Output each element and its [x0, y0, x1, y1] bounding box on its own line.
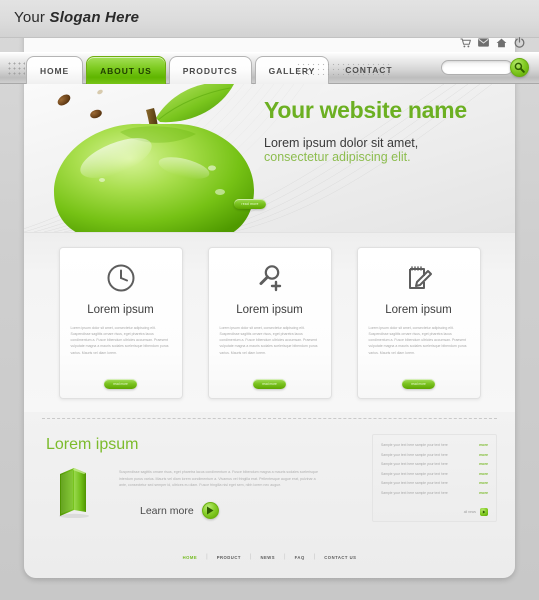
news-more-link[interactable]: more — [479, 443, 488, 447]
feature-card[interactable]: Lorem ipsum Lorem ipsum dolor sit amet, … — [356, 247, 481, 399]
nav-tab-about-us[interactable]: ABOUT US — [86, 56, 166, 84]
news-text: Sample your text here sample your text h… — [381, 443, 448, 447]
news-row[interactable]: Sample your text here sample your text h… — [381, 462, 488, 466]
footer-link-faq[interactable]: FAQ — [295, 555, 305, 560]
lower-section-body: Suspendisse sagittis ornare risus, eget … — [119, 470, 318, 488]
search-area — [441, 58, 529, 77]
learn-more-link[interactable]: Learn more — [140, 502, 219, 519]
footer-separator: | — [313, 554, 316, 560]
slogan-prefix: Your — [14, 9, 50, 26]
apple-illustration — [24, 84, 259, 232]
nav-dot-texture-right — [296, 62, 391, 75]
feature-card-button[interactable]: read more — [402, 379, 435, 389]
home-icon[interactable] — [496, 38, 507, 48]
all-news-link[interactable]: all news — [464, 508, 488, 516]
footer-link-contact-us[interactable]: CONTACT US — [324, 555, 356, 560]
news-row[interactable]: Sample your text here sample your text h… — [381, 491, 488, 495]
feature-card-body: Lorem ipsum dolor sit amet, consectetur … — [368, 326, 467, 355]
news-text: Sample your text here sample your text h… — [381, 490, 448, 495]
notepad-pencil-icon — [404, 262, 434, 294]
top-slogan-bar: Your Slogan Here — [0, 0, 539, 38]
hero-subtitle-line1: Lorem ipsum dolor sit amet, — [264, 136, 419, 151]
news-text: Sample your text here sample your text h… — [381, 462, 448, 466]
news-panel: Sample your text here sample your text h… — [372, 434, 497, 522]
site-shell: Your website name Lorem ipsum dolor sit … — [24, 0, 515, 578]
news-text: Sample your text here sample your text h… — [381, 471, 448, 476]
utility-icon-bar — [460, 37, 525, 48]
nav-dot-texture-left — [7, 61, 25, 75]
news-more-link[interactable]: more — [479, 472, 488, 476]
search-input[interactable] — [441, 60, 513, 75]
footer-separator: | — [249, 554, 252, 560]
news-more-link[interactable]: more — [479, 481, 488, 485]
news-row[interactable]: Sample your text here sample your text h… — [381, 443, 488, 447]
hero-section: Your website name Lorem ipsum dolor sit … — [24, 84, 515, 232]
feature-card-title: Lorem ipsum — [236, 304, 303, 316]
play-icon[interactable] — [201, 502, 219, 519]
hero-title: Your website name — [264, 97, 467, 123]
footer-separator: | — [284, 554, 286, 560]
section-divider — [42, 418, 497, 419]
site-slogan: Your Slogan Here — [14, 9, 139, 26]
lower-section: Lorem ipsum Suspendisse sagittis ornare … — [24, 424, 515, 534]
feature-cards-section: Lorem ipsum Lorem ipsum dolor sit amet, … — [24, 232, 515, 412]
feature-card[interactable]: Lorem ipsum Lorem ipsum dolor sit amet, … — [207, 247, 332, 399]
news-text: Sample your text here sample your text h… — [381, 452, 448, 457]
lower-section-title: Lorem ipsum — [46, 436, 139, 453]
slogan-strong: Slogan Here — [49, 9, 140, 26]
footer-separator: | — [206, 554, 208, 560]
feature-card-button[interactable]: read more — [253, 379, 286, 389]
feature-card-title: Lorem ipsum — [87, 304, 154, 316]
news-row[interactable]: Sample your text here sample your text h… — [381, 481, 488, 485]
power-icon[interactable] — [514, 37, 525, 48]
learn-more-label: Learn more — [140, 504, 194, 517]
main-navigation-bar: HOME ABOUT US PRODUTCS GALLERY CONTACT — [0, 52, 539, 84]
search-icon[interactable] — [510, 58, 529, 77]
feature-card-button[interactable]: read more — [104, 379, 137, 389]
news-more-link[interactable]: more — [479, 453, 488, 457]
all-news-arrow-icon[interactable] — [480, 508, 488, 516]
news-text: Sample your text here sample your text h… — [381, 481, 448, 485]
green-book-image — [54, 466, 94, 523]
clock-icon — [106, 262, 136, 294]
mail-icon[interactable] — [478, 38, 489, 47]
feature-card-title: Lorem ipsum — [385, 304, 452, 316]
hero-text-block: Your website name Lorem ipsum dolor sit … — [264, 97, 514, 165]
page-root: Your website name Lorem ipsum dolor sit … — [0, 0, 539, 600]
nav-tab-produtcs[interactable]: PRODUTCS — [168, 56, 252, 84]
zoom-in-icon — [255, 262, 285, 294]
news-row[interactable]: Sample your text here sample your text h… — [381, 472, 488, 476]
feature-card-body: Lorem ipsum dolor sit amet, consectetur … — [70, 326, 169, 355]
footer-link-news[interactable]: NEWS — [260, 555, 275, 560]
hero-subtitle-line2: consectetur adipiscing elit. — [264, 150, 411, 165]
footer-nav: HOME | PRODUCT | NEWS | FAQ | CONTACT US — [24, 554, 515, 560]
footer-link-product[interactable]: PRODUCT — [217, 555, 241, 560]
cart-icon[interactable] — [460, 38, 471, 48]
footer-link-home[interactable]: HOME — [183, 555, 198, 560]
news-more-link[interactable]: more — [479, 462, 488, 466]
nav-tab-home[interactable]: HOME — [26, 56, 84, 84]
news-row[interactable]: Sample your text here sample your text h… — [381, 453, 488, 457]
all-news-label: all news — [463, 510, 476, 514]
feature-card-body: Lorem ipsum dolor sit amet, consectetur … — [219, 326, 318, 355]
hero-read-more-button[interactable]: read more — [234, 199, 266, 209]
news-more-link[interactable]: more — [479, 491, 488, 495]
feature-card[interactable]: Lorem ipsum Lorem ipsum dolor sit amet, … — [58, 247, 183, 399]
